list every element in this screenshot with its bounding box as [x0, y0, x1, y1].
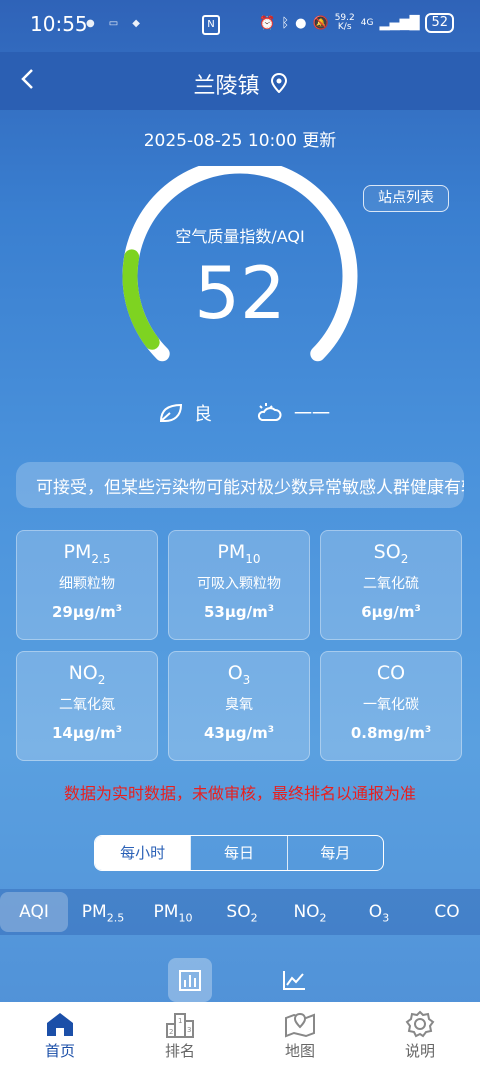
card-no2[interactable]: NO2 二氧化氮 14μg/m3 [16, 651, 158, 761]
station-list-button[interactable]: 站点列表 [363, 185, 449, 212]
pollutant-name: 臭氧 [225, 697, 253, 713]
gear-icon [405, 1010, 435, 1038]
aqi-level-row: 良 一一 [158, 400, 330, 426]
nav-about[interactable]: 说明 [360, 1002, 480, 1068]
weather-text: 一一 [294, 404, 330, 425]
nav-map[interactable]: 地图 [240, 1002, 360, 1068]
pollutant-name: 二氧化氮 [59, 697, 115, 713]
data-warning: 数据为实时数据，未做审核，最终排名以通报为准 [63, 784, 416, 803]
card-co[interactable]: CO 一氧化碳 0.8mg/m3 [320, 651, 462, 761]
chart-type-toggle [168, 958, 316, 1002]
line-chart-icon [283, 971, 305, 990]
home-icon [47, 1013, 73, 1036]
bottom-nav: 首页 213 排名 地图 说明 [0, 1002, 480, 1068]
svg-text:3: 3 [187, 1026, 191, 1034]
ptab-no2[interactable]: NO2 [276, 892, 344, 932]
period-selector: 每小时 每日 每月 [94, 835, 384, 871]
mute-icon: 🔕 [312, 15, 329, 31]
pollutant-formula: PM2.5 [63, 541, 111, 566]
network-type: 4G [360, 17, 374, 28]
map-pin-icon [270, 72, 287, 94]
pollutant-value: 0.8mg/m3 [350, 724, 432, 742]
ptab-co[interactable]: CO [414, 892, 480, 932]
pollutant-value: 6μg/m3 [361, 603, 421, 621]
battery-indicator: 52 [425, 13, 454, 33]
pollutant-value: 29μg/m3 [51, 603, 123, 621]
status-bar: 10:55 ● ▭ ◆ N ⏰ ᛒ ● 🔕 59.2 K/s 4G ▂▄▆█ 52 [0, 0, 480, 52]
card-pm10[interactable]: PM10 可吸入颗粒物 53μg/m3 [168, 530, 310, 640]
svg-text:1: 1 [178, 1017, 182, 1025]
tab-monthly[interactable]: 每月 [286, 836, 383, 870]
pollutant-value: 14μg/m3 [51, 724, 123, 742]
nfc-icon: N [202, 15, 220, 35]
pollutant-formula: PM10 [217, 541, 261, 566]
notice-text: 可接受，但某些污染物可能对极少数异常敏感人群健康有较弱影响 [36, 477, 464, 498]
tab-hourly[interactable]: 每小时 [95, 836, 191, 870]
pollutant-tabs: AQI PM2.5 PM10 SO2 NO2 O3 CO [0, 889, 480, 935]
pollutant-name: 可吸入颗粒物 [197, 576, 281, 592]
signal-icon: ▂▄▆█ [379, 15, 420, 31]
pollutant-name: 一氧化碳 [363, 697, 419, 713]
ptab-aqi[interactable]: AQI [0, 892, 68, 932]
line-chart-button[interactable] [272, 958, 316, 1002]
pollutant-value: 43μg/m3 [203, 724, 275, 742]
pollutant-formula: O3 [227, 662, 251, 687]
status-time: 10:55 [30, 12, 88, 36]
podium-icon: 213 [166, 1013, 194, 1038]
location-status-icon: ● [295, 15, 307, 31]
notification-icon: ◆ [132, 18, 140, 29]
pollutant-formula: SO2 [373, 541, 409, 566]
partly-cloudy-icon [257, 403, 282, 421]
header: 兰陵镇 [0, 52, 480, 110]
nav-home[interactable]: 首页 [0, 1002, 120, 1068]
pollutant-formula: NO2 [68, 662, 106, 687]
tab-daily[interactable]: 每日 [190, 836, 286, 870]
ptab-so2[interactable]: SO2 [208, 892, 276, 932]
card-o3[interactable]: O3 臭氧 43μg/m3 [168, 651, 310, 761]
card-pm25[interactable]: PM2.5 细颗粒物 29μg/m3 [16, 530, 158, 640]
notification-icons: ● ▭ ◆ [86, 18, 140, 29]
pollutant-name: 二氧化硫 [363, 576, 419, 592]
map-icon [285, 1012, 315, 1038]
card-so2[interactable]: SO2 二氧化硫 6μg/m3 [320, 530, 462, 640]
pollutant-name: 细颗粒物 [59, 576, 115, 592]
leaf-icon [159, 403, 183, 422]
bar-chart-button[interactable] [168, 958, 212, 1002]
alarm-icon: ⏰ [259, 15, 276, 31]
ptab-pm25[interactable]: PM2.5 [68, 892, 138, 932]
ptab-pm10[interactable]: PM10 [138, 892, 208, 932]
page-title[interactable]: 兰陵镇 [0, 68, 480, 100]
aqi-value: 52 [194, 251, 286, 335]
notification-icon: ● [86, 18, 95, 29]
status-right: ⏰ ᛒ ● 🔕 59.2 K/s 4G ▂▄▆█ 52 [259, 13, 454, 33]
svg-text:2: 2 [169, 1028, 173, 1036]
pollutant-formula: CO [376, 662, 406, 684]
pollutant-value: 53μg/m3 [203, 603, 275, 621]
net-speed: 59.2 K/s [334, 13, 355, 32]
bluetooth-icon: ᛒ [281, 15, 290, 31]
aqi-label: 空气质量指数/AQI [175, 227, 305, 246]
health-notice: 可接受，但某些污染物可能对极少数异常敏感人群健康有较弱影响 [16, 462, 464, 508]
ptab-o3[interactable]: O3 [344, 892, 414, 932]
bar-chart-icon [179, 970, 201, 991]
update-time: 2025-08-25 10:00 更新 [143, 131, 337, 151]
nav-ranking[interactable]: 213 排名 [120, 1002, 240, 1068]
notification-icon: ▭ [108, 18, 119, 29]
aqi-level: 良 [194, 404, 212, 425]
